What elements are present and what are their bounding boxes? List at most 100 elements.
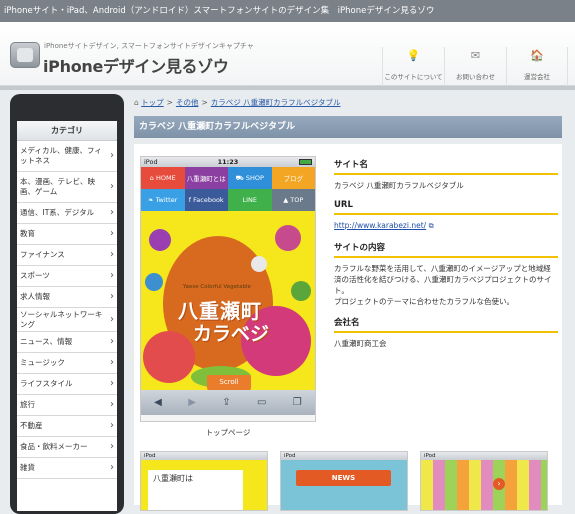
shot-nav-facebook: f Facebook bbox=[184, 189, 228, 211]
thumbnail-body: NEWS bbox=[281, 460, 407, 510]
nav-contact-label: お問い合わせ bbox=[456, 73, 495, 81]
screenshot-thumbnail[interactable]: iPod › bbox=[420, 451, 548, 511]
sidebar-item-realestate[interactable]: 不動産 › bbox=[17, 416, 117, 437]
external-link-icon: ⧉ bbox=[428, 222, 434, 230]
cart-icon: ⛟ bbox=[235, 173, 246, 182]
nav-contact[interactable]: ✉ お問い合わせ bbox=[444, 47, 506, 87]
category-sidebar: カテゴリ メディカル、健康、フィットネス › 本、漫画、テレビ、映画、ゲーム › 通… bbox=[17, 121, 117, 511]
page-title: カラベジ 八重瀬町カラフルベジタブル bbox=[134, 116, 562, 138]
art-vegetable bbox=[275, 225, 301, 251]
sidebar-item-label: ミュージック bbox=[20, 358, 65, 367]
chevron-right-icon: › bbox=[110, 228, 114, 239]
screenshot-status-bar: iPod 11:23 bbox=[141, 157, 315, 167]
url-link[interactable]: http://www.karabezi.net/ bbox=[334, 221, 426, 230]
chevron-right-icon: › bbox=[110, 249, 114, 260]
category-heading: カテゴリ bbox=[17, 121, 117, 141]
nav-about[interactable]: 💡 このサイトについて bbox=[382, 47, 444, 87]
chevron-right-icon: › bbox=[110, 420, 114, 431]
sidebar-item-lifestyle[interactable]: ライフスタイル › bbox=[17, 374, 117, 395]
sidebar-item-medical[interactable]: メディカル、健康、フィットネス › bbox=[17, 141, 117, 172]
sidebar-item-label: 通信、IT系、デジタル bbox=[20, 208, 95, 217]
main-area: ⌂ トップ > その他 > カラベジ 八重瀬町カラフルベジタブル カラベジ 八重瀬町カラ… bbox=[134, 94, 562, 511]
nav-company-label: 運営会社 bbox=[524, 73, 550, 81]
sidebar-item-label: ライフスタイル bbox=[20, 379, 73, 388]
sidebar-item-food[interactable]: 食品・飲料メーカー › bbox=[17, 437, 117, 458]
home-icon: ⌂ bbox=[134, 98, 139, 107]
content-value: カラフルな野菜を活用して、八重瀬町のイメージアップと地域経済の活性化を結びつける… bbox=[334, 264, 552, 306]
art-subtitle: Yaese Colorful Vegetable bbox=[183, 284, 251, 290]
sidebar-item-it[interactable]: 通信、IT系、デジタル › bbox=[17, 203, 117, 224]
sidebar-item-sports[interactable]: スポーツ › bbox=[17, 266, 117, 287]
sidebar-item-label: ファイナンス bbox=[20, 250, 65, 259]
site-title[interactable]: iPhoneデザイン見るゾウ bbox=[43, 53, 229, 77]
nav-company[interactable]: 🏠 運営会社 bbox=[506, 47, 568, 87]
company-value: 八重瀬町商工会 bbox=[334, 339, 387, 348]
shot-nav-label: LINE bbox=[242, 196, 257, 204]
shot-nav-label: HOME bbox=[155, 174, 176, 182]
sidebar-item-label: ソーシャルネットワーキング bbox=[20, 309, 103, 329]
shot-nav-home: ⌂ HOME bbox=[141, 167, 185, 189]
sidebar-item-finance[interactable]: ファイナンス › bbox=[17, 245, 117, 266]
sidebar-item-news[interactable]: ニュース、情報 › bbox=[17, 332, 117, 353]
chevron-right-icon: › bbox=[110, 313, 114, 325]
share-icon: ⇪ bbox=[222, 397, 231, 408]
art-vegetable bbox=[145, 273, 163, 291]
site-header: iPhoneサイトデザイン, スマートフォンサイトデザインキャプチャ iPhon… bbox=[0, 22, 575, 87]
site-screenshot[interactable]: iPod 11:23 ⌂ HOME 八重瀬町とは ⛟ SHOP ブログ ❧ Tw… bbox=[140, 156, 316, 422]
chevron-right-icon: › bbox=[110, 441, 114, 452]
sidebar-item-social[interactable]: ソーシャルネットワーキング › bbox=[17, 308, 117, 332]
screenshot-thumbnail[interactable]: iPod 八重瀬町は bbox=[140, 451, 268, 511]
chevron-right-icon: › bbox=[110, 462, 114, 473]
content-label: サイトの内容 bbox=[334, 241, 558, 258]
shot-nav-about: 八重瀬町とは bbox=[184, 167, 228, 189]
breadcrumb-category-link[interactable]: その他 bbox=[176, 98, 199, 107]
site-logo-icon[interactable] bbox=[10, 42, 40, 68]
nav-about-label: このサイトについて bbox=[384, 73, 443, 81]
sidebar-item-jobs[interactable]: 求人情報 › bbox=[17, 287, 117, 308]
sidebar-item-books[interactable]: 本、漫画、テレビ、映画、ゲーム › bbox=[17, 172, 117, 203]
shot-nav-label: Twitter bbox=[155, 196, 178, 204]
content-panel: iPod 11:23 ⌂ HOME 八重瀬町とは ⛟ SHOP ブログ ❧ Tw… bbox=[134, 144, 562, 511]
screenshot-caption: トップページ bbox=[205, 428, 251, 437]
thumbnail-body: › bbox=[421, 460, 547, 510]
shot-nav-blog: ブログ bbox=[271, 167, 315, 189]
sidebar-item-label: メディカル、健康、フィットネス bbox=[20, 146, 102, 165]
back-icon: ◀ bbox=[154, 397, 162, 408]
sidebar-item-travel[interactable]: 旅行 › bbox=[17, 395, 117, 416]
breadcrumb-home-link[interactable]: トップ bbox=[141, 98, 164, 107]
sidebar-item-education[interactable]: 教育 › bbox=[17, 224, 117, 245]
thumbnail-text-card: 八重瀬町は bbox=[148, 470, 243, 510]
screenshot-nav-grid: ⌂ HOME 八重瀬町とは ⛟ SHOP ブログ ❧ Twitter f Fac… bbox=[141, 167, 315, 211]
sidebar-item-label: 食品・飲料メーカー bbox=[20, 442, 88, 451]
art-shape bbox=[143, 331, 195, 383]
header-divider bbox=[0, 86, 575, 90]
house-icon: 🏠 bbox=[530, 49, 544, 62]
forward-icon: ▶ bbox=[188, 397, 196, 408]
chevron-right-icon: › bbox=[110, 291, 114, 302]
breadcrumb-separator: > bbox=[201, 98, 208, 107]
sidebar-item-label: 旅行 bbox=[20, 400, 35, 409]
chevron-right-icon: › bbox=[110, 378, 114, 389]
company-label: 会社名 bbox=[334, 316, 558, 333]
art-title-line2: カラベジ bbox=[193, 323, 270, 345]
shot-nav-label: ブログ bbox=[283, 175, 304, 183]
shot-nav-label: TOP bbox=[290, 196, 304, 204]
breadcrumb-current[interactable]: カラベジ 八重瀬町カラフルベジタブル bbox=[211, 98, 341, 107]
breadcrumb-separator: > bbox=[166, 98, 173, 107]
screenshot-thumbnail[interactable]: iPod NEWS bbox=[280, 451, 408, 511]
shot-nav-line: LINE bbox=[228, 189, 272, 211]
twitter-icon: ❧ bbox=[148, 196, 156, 204]
url-row: http://www.karabezi.net/ ⧉ bbox=[334, 220, 558, 232]
sidebar-item-label: 雑貨 bbox=[20, 463, 35, 472]
sidebar-item-goods[interactable]: 雑貨 › bbox=[17, 458, 117, 479]
sidebar-item-music[interactable]: ミュージック › bbox=[17, 353, 117, 374]
thumbnail-body: 八重瀬町は bbox=[141, 460, 267, 510]
top-banner: iPhoneサイト・iPad、Android（アンドロイド）スマートフォンサイト… bbox=[0, 0, 575, 22]
site-info: サイト名 カラベジ 八重瀬町カラフルベジタブル URL http://www.k… bbox=[334, 158, 558, 358]
sidebar-item-label: 本、漫画、テレビ、映画、ゲーム bbox=[20, 177, 95, 196]
sidebar-item-label: ニュース、情報 bbox=[20, 337, 73, 346]
chevron-right-icon: › bbox=[110, 270, 114, 281]
shot-nav-top: ▲ TOP bbox=[271, 189, 315, 211]
chevron-right-icon: › bbox=[110, 336, 114, 347]
chevron-right-icon: › bbox=[110, 399, 114, 410]
